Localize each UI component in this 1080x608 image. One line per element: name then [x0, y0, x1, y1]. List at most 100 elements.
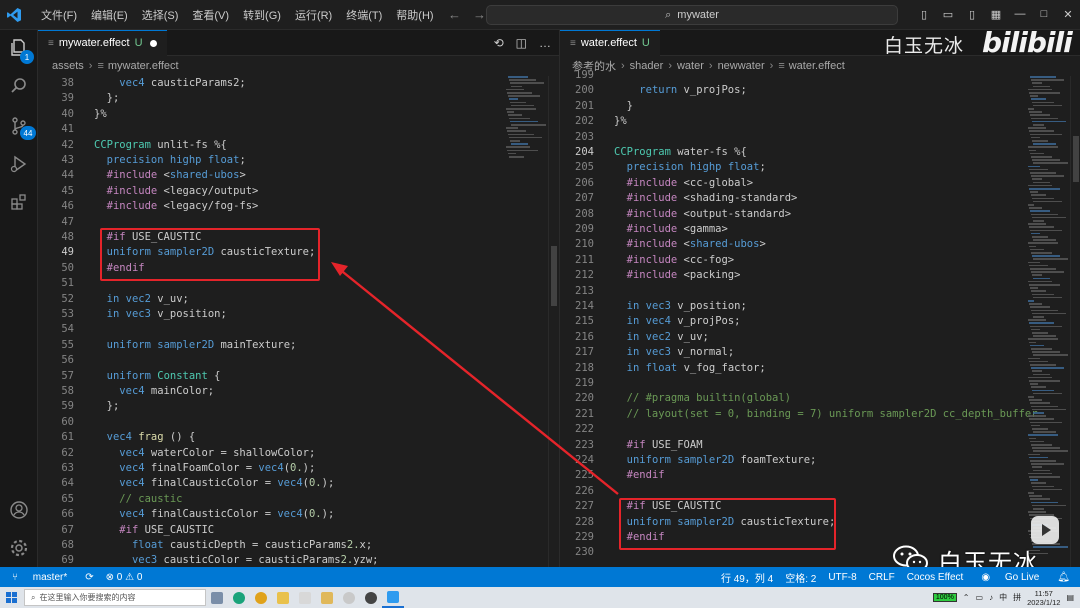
ime-mode-icon[interactable]: 拼: [1013, 592, 1021, 603]
code-line[interactable]: 54: [38, 322, 559, 337]
code-line[interactable]: 38 vec4 causticParams2;: [38, 76, 559, 91]
code-editor-right[interactable]: 199 200 return v_projPos; 201 } 202}% 203 204…: [560, 68, 1080, 567]
unsaved-dot-icon[interactable]: [149, 39, 157, 47]
code-line[interactable]: 213: [560, 284, 1080, 299]
minimap-right[interactable]: [1026, 76, 1070, 567]
clock[interactable]: 11:57 2023/1/12: [1027, 589, 1060, 607]
menu-item[interactable]: 终端(T): [339, 7, 389, 23]
code-line[interactable]: 64 vec4 finalCausticColor = vec4(0.);: [38, 476, 559, 491]
code-line[interactable]: 221 // layout(set = 0, binding = 7) unif…: [560, 407, 1080, 422]
notification-center-icon[interactable]: ▤: [1066, 593, 1074, 602]
code-line[interactable]: 203: [560, 130, 1080, 145]
minimize-icon[interactable]: —: [1014, 8, 1026, 21]
notifications-bell-icon[interactable]: 🔔︎: [1057, 572, 1070, 583]
code-line[interactable]: 59 };: [38, 399, 559, 414]
code-line[interactable]: 40}%: [38, 107, 559, 122]
code-line[interactable]: 42 CCProgram unlit-fs %{: [38, 138, 559, 153]
problems-indicator[interactable]: ⊗ 0 ⚠ 0: [106, 572, 143, 583]
code-line[interactable]: 226: [560, 484, 1080, 499]
code-line[interactable]: 58 vec4 mainColor;: [38, 384, 559, 399]
code-line[interactable]: 61 vec4 frag () {: [38, 430, 559, 445]
edge-browser-icon[interactable]: [228, 587, 250, 608]
code-line[interactable]: 217 in vec3 v_normal;: [560, 345, 1080, 360]
code-line[interactable]: 204 CCProgram water-fs %{: [560, 145, 1080, 160]
scroll-thumb[interactable]: [1073, 136, 1079, 182]
chrome-browser-icon[interactable]: [250, 587, 272, 608]
tab-water-effect[interactable]: ≡ water.effect U: [560, 30, 660, 56]
menu-item[interactable]: 查看(V): [185, 7, 236, 23]
code-line[interactable]: 52 in vec2 v_uv;: [38, 292, 559, 307]
code-line[interactable]: 208 #include <output-standard>: [560, 207, 1080, 222]
code-line[interactable]: 216 in vec2 v_uv;: [560, 330, 1080, 345]
code-line[interactable]: 205 precision highp float;: [560, 160, 1080, 175]
code-line[interactable]: 206 #include <cc-global>: [560, 176, 1080, 191]
customize-layout-icon[interactable]: ▦: [990, 8, 1002, 21]
code-line[interactable]: 212 #include <packing>: [560, 268, 1080, 283]
maximize-icon[interactable]: □: [1038, 8, 1050, 21]
toggle-panel-icon[interactable]: ▭: [942, 8, 954, 21]
network-icon[interactable]: ▭: [976, 593, 984, 602]
code-line[interactable]: 67 #if USE_CAUSTIC: [38, 523, 559, 538]
vscode-taskbar-icon[interactable]: [382, 587, 404, 608]
code-line[interactable]: 199: [560, 68, 1080, 83]
task-view-icon[interactable]: [206, 587, 228, 608]
menu-item[interactable]: 编辑(E): [84, 7, 135, 23]
code-line[interactable]: 69 vec3 causticColor = causticParams2.yz…: [38, 553, 559, 567]
more-actions-icon[interactable]: …: [539, 36, 551, 50]
code-line[interactable]: 209 #include <gamma>: [560, 222, 1080, 237]
code-line[interactable]: 55 uniform sampler2D mainTexture;: [38, 338, 559, 353]
scrollbar-left[interactable]: [548, 76, 558, 567]
file-explorer-icon[interactable]: [272, 587, 294, 608]
split-editor-icon[interactable]: ◫: [516, 36, 527, 50]
breadcrumb-item[interactable]: mywater.effect: [108, 60, 179, 72]
code-line[interactable]: 200 return v_projPos;: [560, 83, 1080, 98]
go-live[interactable]: ◉ Go Live: [975, 572, 1045, 583]
code-line[interactable]: 45 #include <legacy/output>: [38, 184, 559, 199]
code-line[interactable]: 56: [38, 353, 559, 368]
volume-icon[interactable]: ♪: [989, 593, 993, 602]
code-line[interactable]: 63 vec4 finalFoamColor = vec4(0.);: [38, 461, 559, 476]
close-icon[interactable]: ✕: [1062, 8, 1074, 21]
menu-item[interactable]: 转到(G): [236, 7, 288, 23]
tab-mywater-effect[interactable]: ≡ mywater.effect U: [38, 30, 167, 56]
code-line[interactable]: 65 // caustic: [38, 492, 559, 507]
battery-indicator[interactable]: 100%: [932, 593, 957, 602]
menu-item[interactable]: 选择(S): [135, 7, 186, 23]
code-editor-left[interactable]: 38 vec4 causticParams2; 39 }; 40}% 41 42 CCPr…: [38, 76, 559, 567]
code-line[interactable]: 57 uniform Constant {: [38, 369, 559, 384]
code-line[interactable]: 66 vec4 finalCausticColor = vec4(0.);: [38, 507, 559, 522]
code-line[interactable]: 210 #include <shared-ubos>: [560, 237, 1080, 252]
code-line[interactable]: 39 };: [38, 91, 559, 106]
app-icon[interactable]: [360, 587, 382, 608]
code-line[interactable]: 223 #if USE_FOAM: [560, 438, 1080, 453]
open-changes-icon[interactable]: ⟲: [494, 36, 504, 50]
menu-item[interactable]: 帮助(H): [389, 7, 440, 23]
indentation[interactable]: 空格: 2: [785, 570, 816, 585]
scrollbar-right[interactable]: [1070, 76, 1080, 567]
extensions-icon[interactable]: [9, 192, 29, 212]
command-center-search[interactable]: ⌕ mywater: [486, 5, 898, 25]
windows-start-icon[interactable]: [0, 587, 22, 608]
sync-icon[interactable]: ⟳: [85, 572, 93, 583]
chevron-up-icon[interactable]: ⌃: [963, 593, 970, 602]
minimap-left[interactable]: [504, 76, 548, 567]
code-line[interactable]: 43 precision highp float;: [38, 153, 559, 168]
language-mode[interactable]: Cocos Effect: [907, 572, 964, 583]
code-line[interactable]: 46 #include <legacy/fog-fs>: [38, 199, 559, 214]
code-line[interactable]: 218 in float v_fog_factor;: [560, 361, 1080, 376]
code-line[interactable]: 222: [560, 422, 1080, 437]
code-line[interactable]: 41: [38, 122, 559, 137]
code-line[interactable]: 201 }: [560, 99, 1080, 114]
scroll-thumb[interactable]: [551, 246, 557, 306]
ime-indicator[interactable]: 中: [999, 592, 1007, 603]
code-line[interactable]: 220 // #pragma builtin(global): [560, 391, 1080, 406]
code-line[interactable]: 214 in vec3 v_position;: [560, 299, 1080, 314]
code-line[interactable]: 44 #include <shared-ubos>: [38, 168, 559, 183]
breadcrumb-item[interactable]: assets: [52, 60, 84, 72]
code-line[interactable]: 211 #include <cc-fog>: [560, 253, 1080, 268]
menu-item[interactable]: 运行(R): [288, 7, 339, 23]
run-debug-icon[interactable]: [9, 154, 29, 174]
code-line[interactable]: 68 float causticDepth = causticParams2.x…: [38, 538, 559, 553]
toggle-secondary-icon[interactable]: ▯: [966, 8, 978, 21]
encoding[interactable]: UTF-8: [828, 572, 856, 583]
